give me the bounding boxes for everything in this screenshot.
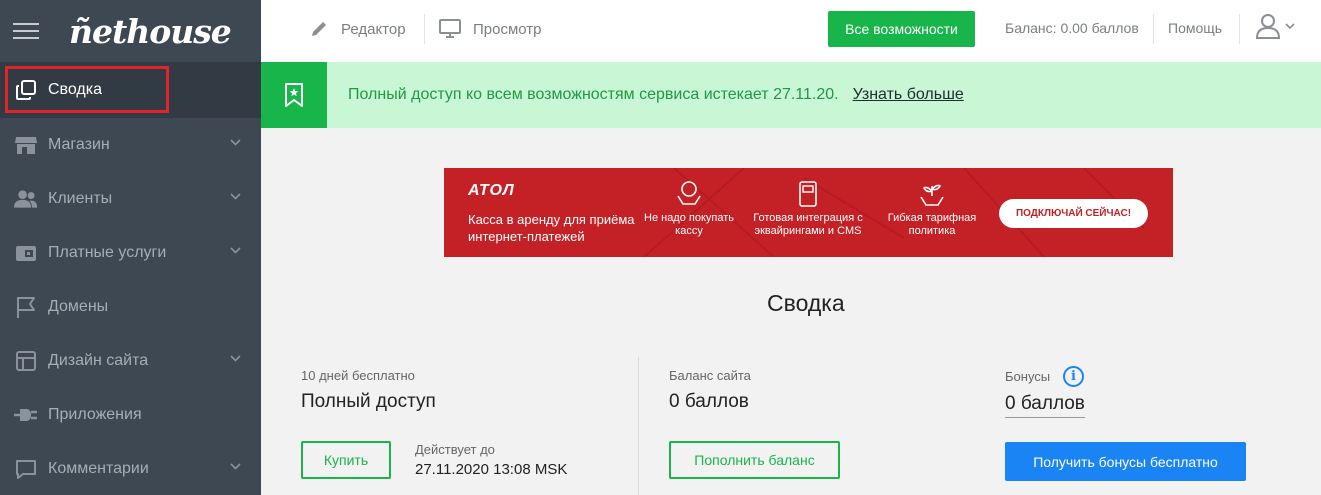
preview-label: Просмотр [473,20,542,38]
sidebar-item-domains[interactable]: Домены [0,280,261,334]
sidebar-item-design[interactable]: Дизайн сайта [0,334,261,388]
divider [1153,14,1154,44]
balance-text: Баланс: 0.00 баллов [1005,20,1139,36]
sidebar-item-label: Клиенты [48,190,113,207]
editor-button[interactable]: Редактор [309,19,406,39]
coin-hands-icon [677,181,701,205]
buy-button[interactable]: Купить [301,441,391,479]
sidebar-header: ñethouse [0,0,261,62]
chevron-down-icon [230,193,241,200]
info-icon[interactable]: i [1063,366,1084,387]
get-bonus-button[interactable]: Получить бонусы бесплатно [1005,442,1246,481]
layout-icon [14,349,38,373]
site-balance-value: 0 баллов [669,391,749,412]
sidebar-item-comments[interactable]: Комментарии [0,442,261,495]
page-title: Сводка [767,290,845,316]
chevron-down-icon [230,463,241,470]
copy-icon [14,78,38,102]
valid-until-value: 27.11.2020 13:08 MSK [415,461,568,478]
sidebar-item-label: Комментарии [48,460,149,477]
users-icon [14,187,38,211]
ad-banner[interactable]: АТОЛ Касса в аренду для приёма интернет-… [444,168,1173,257]
plant-hands-icon [920,184,944,206]
sidebar-item-label: Платные услуги [48,244,167,261]
banner-tagline: Касса в аренду для приёма интернет-плате… [468,212,635,244]
flag-icon [14,295,38,319]
banner-logo: АТОЛ [468,182,515,199]
valid-until-label: Действует до [415,442,495,457]
banner-feature: Гибкая тарифная политика [882,180,982,238]
sidebar: ñethouse Сводка Магазин Клиенты Платные … [0,0,261,495]
column-divider [638,357,639,495]
pencil-icon [312,22,326,36]
logo[interactable]: ñethouse [69,12,232,51]
user-menu[interactable] [1255,13,1295,39]
sidebar-item-label: Дизайн сайта [48,352,149,369]
menu-icon[interactable] [13,23,39,39]
editor-label: Редактор [341,20,406,38]
sidebar-item-label: Приложения [48,406,142,423]
banner-feature: Готовая интеграция с эквайрингами и CMS [748,180,868,238]
bonus-value[interactable]: 0 баллов [1005,393,1085,418]
user-icon [1255,14,1281,39]
bookmark-star-icon [261,62,327,128]
comment-icon [14,457,38,481]
terminal-icon [799,181,817,207]
banner-feature-text: Готовая интеграция с эквайрингами и CMS [753,212,863,237]
preview-button[interactable]: Просмотр [439,19,542,39]
all-features-button[interactable]: Все возможности [828,11,975,47]
sidebar-item-label: Сводка [48,81,103,98]
notice-text: Полный доступ ко всем возможностям серви… [348,86,839,103]
sidebar-item-paid-services[interactable]: Платные услуги [0,226,261,280]
chevron-down-icon [230,139,241,146]
banner-feature-text: Гибкая тарифная политика [887,212,977,237]
help-link[interactable]: Помощь [1168,20,1222,36]
wallet-icon [14,241,38,265]
sidebar-item-summary[interactable]: Сводка [0,62,261,118]
sidebar-item-label: Магазин [48,136,110,153]
trial-label: 10 дней бесплатно [301,368,415,383]
site-balance-label: Баланс сайта [669,368,751,383]
sidebar-item-apps[interactable]: Приложения [0,388,261,442]
top-up-button[interactable]: Пополнить баланс [669,441,840,479]
monitor-icon [439,19,461,38]
sidebar-item-store[interactable]: Магазин [0,118,261,172]
banner-feature: Не надо покупать кассу [644,180,734,238]
sidebar-item-label: Домены [48,298,109,315]
chevron-down-icon [1285,22,1295,29]
divider [424,14,425,44]
access-value: Полный доступ [301,391,436,412]
sidebar-item-clients[interactable]: Клиенты [0,172,261,226]
access-notice: Полный доступ ко всем возможностям серви… [261,62,1321,128]
plug-icon [14,403,38,427]
top-header: Редактор Просмотр Все возможности Баланс… [261,0,1321,62]
divider [1239,14,1240,44]
store-icon [14,133,38,157]
banner-cta-button[interactable]: ПОДКЛЮЧАЙ СЕЙЧАС! [999,199,1148,228]
learn-more-link[interactable]: Узнать больше [853,86,964,104]
chevron-down-icon [230,355,241,362]
banner-feature-text: Не надо покупать кассу [644,212,735,237]
chevron-down-icon [230,247,241,254]
bonus-label: Бонусы [1005,369,1051,384]
